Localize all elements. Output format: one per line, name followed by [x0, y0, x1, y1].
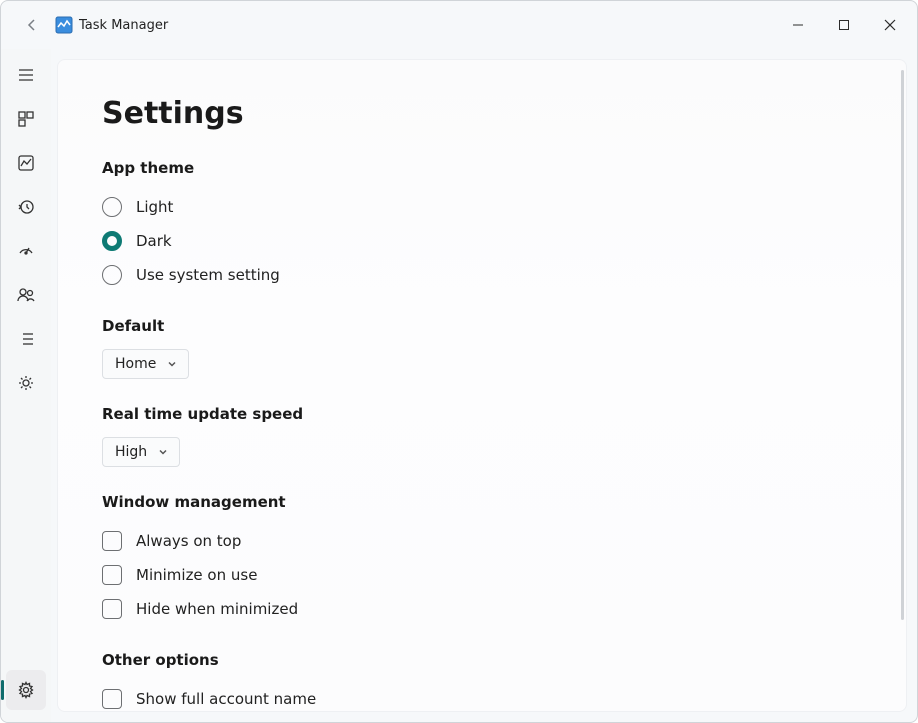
window-option-hide-when-minimized[interactable]: Hide when minimized	[102, 593, 906, 625]
option-label: Hide when minimized	[136, 600, 298, 618]
users-icon	[17, 286, 35, 304]
radio-icon	[102, 231, 122, 251]
option-label: Light	[136, 198, 173, 216]
sidebar-item-details[interactable]	[6, 319, 46, 359]
theme-option-system[interactable]: Use system setting	[102, 259, 906, 291]
theme-option-light[interactable]: Light	[102, 191, 906, 223]
window-option-minimize-on-use[interactable]: Minimize on use	[102, 559, 906, 591]
section-update-speed: Real time update speed High	[102, 405, 906, 467]
maximize-icon	[838, 19, 850, 31]
window-controls	[775, 9, 913, 41]
option-label: Always on top	[136, 532, 241, 550]
section-other-options: Other options Show full account name Sho…	[102, 651, 906, 712]
update-speed-select[interactable]: High	[102, 437, 180, 467]
section-window-management: Window management Always on top Minimize…	[102, 493, 906, 625]
checkbox-icon	[102, 689, 122, 709]
history-icon	[17, 198, 35, 216]
sidebar-item-performance[interactable]	[6, 143, 46, 183]
section-title-window: Window management	[102, 493, 906, 511]
default-page-select[interactable]: Home	[102, 349, 189, 379]
arrow-left-icon	[24, 17, 40, 33]
details-icon	[17, 330, 35, 348]
gear-icon	[17, 681, 35, 699]
checkbox-icon	[102, 531, 122, 551]
checkbox-icon	[102, 565, 122, 585]
other-option-full-account-name[interactable]: Show full account name	[102, 683, 906, 712]
performance-icon	[17, 154, 35, 172]
section-title-theme: App theme	[102, 159, 906, 177]
sidebar-item-app-history[interactable]	[6, 187, 46, 227]
processes-icon	[17, 110, 35, 128]
select-value: Home	[115, 356, 156, 372]
checkbox-icon	[102, 599, 122, 619]
close-icon	[884, 19, 896, 31]
section-title-other: Other options	[102, 651, 906, 669]
title-bar-left: Task Manager	[7, 8, 168, 42]
body: Settings App theme Light Dark Use system…	[1, 49, 917, 722]
theme-option-dark[interactable]: Dark	[102, 225, 906, 257]
section-title-default: Default	[102, 317, 906, 335]
radio-icon	[102, 197, 122, 217]
section-default-page: Default Home	[102, 317, 906, 379]
radio-icon	[102, 265, 122, 285]
task-manager-window: Task Manager	[0, 0, 918, 723]
select-value: High	[115, 444, 147, 460]
sidebar-item-processes[interactable]	[6, 99, 46, 139]
app-title: Task Manager	[79, 18, 168, 33]
option-label: Use system setting	[136, 266, 280, 284]
maximize-button[interactable]	[821, 9, 867, 41]
minimize-icon	[792, 19, 804, 31]
option-label: Show full account name	[136, 690, 316, 708]
title-bar: Task Manager	[1, 1, 917, 49]
window-option-always-on-top[interactable]: Always on top	[102, 525, 906, 557]
sidebar	[1, 49, 51, 722]
hamburger-button[interactable]	[6, 55, 46, 95]
chevron-down-icon	[157, 446, 169, 458]
hamburger-icon	[17, 66, 35, 84]
section-app-theme: App theme Light Dark Use system setting	[102, 159, 906, 291]
task-manager-icon	[55, 16, 73, 34]
startup-icon	[17, 242, 35, 260]
chevron-down-icon	[166, 358, 178, 370]
sidebar-item-startup[interactable]	[6, 231, 46, 271]
back-button[interactable]	[15, 8, 49, 42]
sidebar-item-settings[interactable]	[6, 670, 46, 710]
services-icon	[17, 374, 35, 392]
option-label: Minimize on use	[136, 566, 257, 584]
sidebar-item-services[interactable]	[6, 363, 46, 403]
page-title: Settings	[102, 96, 906, 131]
content-area: Settings App theme Light Dark Use system…	[51, 49, 917, 722]
minimize-button[interactable]	[775, 9, 821, 41]
sidebar-item-users[interactable]	[6, 275, 46, 315]
settings-page[interactable]: Settings App theme Light Dark Use system…	[57, 59, 907, 712]
close-button[interactable]	[867, 9, 913, 41]
option-label: Dark	[136, 232, 172, 250]
section-title-speed: Real time update speed	[102, 405, 906, 423]
app-icon	[55, 16, 73, 34]
